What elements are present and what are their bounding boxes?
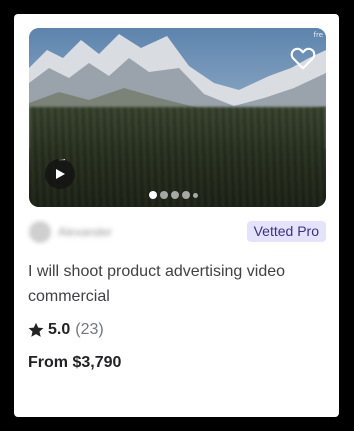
media-watermark: fre <box>313 31 324 39</box>
seller-avatar[interactable] <box>29 221 51 243</box>
favorite-button[interactable] <box>288 44 318 72</box>
carousel-dots <box>149 191 198 199</box>
gig-card[interactable]: fre Alexander Vetted Pro I will shoot pr… <box>14 14 339 417</box>
rating-value: 5.0 <box>48 321 71 338</box>
play-icon <box>56 169 65 179</box>
carousel-dot-2[interactable] <box>160 191 168 199</box>
star-icon <box>28 322 44 337</box>
vetted-pro-badge: Vetted Pro <box>246 221 326 242</box>
seller-name[interactable]: Alexander <box>58 225 112 239</box>
carousel-dot-5[interactable] <box>193 192 198 198</box>
gig-price: From $3,790 <box>28 354 122 371</box>
rating-row: 5.0 (23) <box>28 319 104 341</box>
carousel-dot-4[interactable] <box>182 191 190 199</box>
seller-row: Alexander Vetted Pro <box>28 221 326 243</box>
heart-outline-icon <box>290 47 316 70</box>
window-frame: fre Alexander Vetted Pro I will shoot pr… <box>0 0 354 431</box>
carousel-dot-1[interactable] <box>149 191 157 199</box>
carousel-dot-3[interactable] <box>171 191 179 199</box>
gig-media-carousel[interactable]: fre <box>29 28 326 207</box>
play-button[interactable] <box>45 159 75 189</box>
rating-count: (23) <box>75 321 104 338</box>
gig-title-link[interactable]: I will shoot product advertising video c… <box>28 259 318 309</box>
